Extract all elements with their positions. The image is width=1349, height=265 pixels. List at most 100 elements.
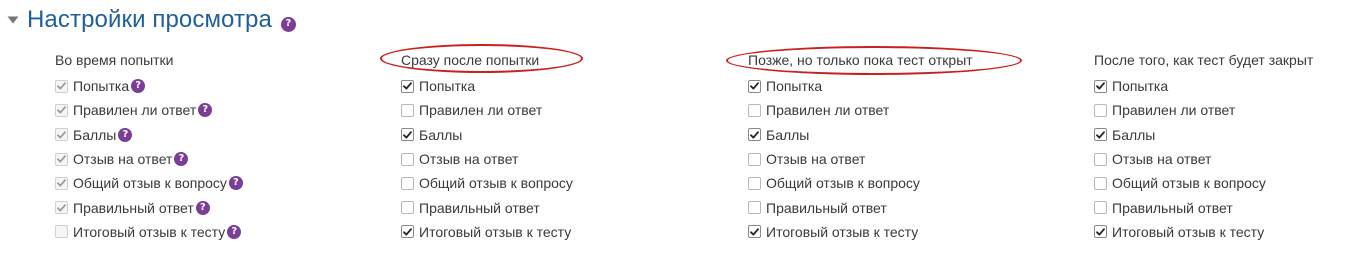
option-row[interactable]: Итоговый отзыв к тесту xyxy=(748,220,973,244)
option-label: Баллы xyxy=(73,126,117,143)
option-label: Правильный ответ xyxy=(73,199,194,216)
option-checkbox[interactable] xyxy=(748,176,761,190)
option-row[interactable]: Правильный ответ xyxy=(1094,195,1313,219)
option-label: Итоговый отзыв к тесту xyxy=(419,223,572,240)
collapse-chevron-icon[interactable] xyxy=(6,13,20,27)
option-row[interactable]: Баллы xyxy=(748,123,973,147)
option-label: Попытка xyxy=(1112,78,1169,95)
column-during-attempt: Во время попытки Попытка? Правилен ли отв… xyxy=(55,50,243,244)
option-row[interactable]: Попытка xyxy=(1094,74,1313,98)
option-label: Итоговый отзыв к тесту xyxy=(766,223,919,240)
option-checkbox[interactable] xyxy=(401,103,414,117)
option-row: Отзыв на ответ? xyxy=(55,147,243,171)
option-label: Отзыв на ответ xyxy=(73,151,173,168)
option-label: Попытка xyxy=(73,78,130,95)
option-checkbox[interactable] xyxy=(1094,176,1107,190)
option-label: Правилен ли ответ xyxy=(766,102,890,119)
option-checkbox xyxy=(55,128,68,142)
option-label: Баллы xyxy=(419,126,463,143)
option-row: Общий отзыв к вопросу? xyxy=(55,171,243,195)
option-checkbox xyxy=(55,225,68,239)
option-label: Правилен ли ответ xyxy=(73,102,197,119)
option-checkbox[interactable] xyxy=(1094,103,1107,117)
question-circle-icon[interactable]: ? xyxy=(228,176,243,191)
option-checkbox[interactable] xyxy=(748,128,761,142)
option-row[interactable]: Баллы xyxy=(1094,123,1313,147)
question-circle-icon[interactable]: ? xyxy=(227,224,242,239)
option-label: Попытка xyxy=(766,78,823,95)
option-label: Общий отзыв к вопросу xyxy=(73,175,227,192)
option-label: Отзыв на ответ xyxy=(419,151,519,168)
option-checkbox xyxy=(55,79,68,93)
option-checkbox[interactable] xyxy=(401,128,414,142)
option-checkbox[interactable] xyxy=(401,225,414,239)
column-later-while-open: Позже, но только пока тест открыт Попытк… xyxy=(748,50,973,244)
option-list: Попытка? Правилен ли ответ? Баллы? Отзыв на… xyxy=(55,74,243,244)
column-after-closed: После того, как тест будет закрыт Попытк… xyxy=(1094,50,1313,244)
option-label: Баллы xyxy=(766,126,810,143)
column-heading: Во время попытки xyxy=(55,52,174,68)
option-checkbox[interactable] xyxy=(1094,201,1107,215)
question-circle-icon[interactable]: ? xyxy=(198,103,213,118)
section-title: Настройки просмотра xyxy=(27,6,272,33)
section-legend[interactable]: Настройки просмотра ? xyxy=(6,2,296,38)
option-row[interactable]: Общий отзыв к вопросу xyxy=(748,171,973,195)
option-row: Правилен ли ответ? xyxy=(55,98,243,122)
option-checkbox[interactable] xyxy=(401,152,414,166)
option-checkbox xyxy=(55,201,68,215)
option-checkbox[interactable] xyxy=(1094,152,1107,166)
option-label: Отзыв на ответ xyxy=(1112,151,1212,168)
option-row[interactable]: Правильный ответ xyxy=(401,195,573,219)
option-list: Попытка Правилен ли ответ Баллы Отзыв на от… xyxy=(401,74,573,244)
option-checkbox[interactable] xyxy=(401,201,414,215)
option-row[interactable]: Баллы xyxy=(401,123,573,147)
option-label: Правилен ли ответ xyxy=(419,102,543,119)
option-row: Попытка? xyxy=(55,74,243,98)
option-label: Правильный ответ xyxy=(419,199,540,216)
option-checkbox xyxy=(55,103,68,117)
option-row[interactable]: Итоговый отзыв к тесту xyxy=(401,220,573,244)
option-row: Баллы? xyxy=(55,123,243,147)
option-checkbox xyxy=(55,152,68,166)
option-label: Баллы xyxy=(1112,126,1156,143)
option-label: Правилен ли ответ xyxy=(1112,102,1236,119)
option-checkbox[interactable] xyxy=(748,152,761,166)
option-row[interactable]: Правилен ли ответ xyxy=(1094,98,1313,122)
option-list: Попытка Правилен ли ответ Баллы Отзыв на от… xyxy=(748,74,973,244)
question-circle-icon[interactable]: ? xyxy=(131,79,146,94)
question-circle-icon[interactable]: ? xyxy=(195,200,210,215)
question-circle-icon[interactable]: ? xyxy=(174,152,189,167)
option-checkbox[interactable] xyxy=(1094,79,1107,93)
option-checkbox[interactable] xyxy=(748,201,761,215)
option-row[interactable]: Попытка xyxy=(401,74,573,98)
column-heading: Позже, но только пока тест открыт xyxy=(748,52,973,68)
option-label: Правильный ответ xyxy=(1112,199,1233,216)
option-row[interactable]: Правильный ответ xyxy=(748,195,973,219)
column-heading: Сразу после попытки xyxy=(401,52,540,68)
option-row[interactable]: Итоговый отзыв к тесту xyxy=(1094,220,1313,244)
option-list: Попытка Правилен ли ответ Баллы Отзыв на от… xyxy=(1094,74,1313,244)
option-label: Правильный ответ xyxy=(766,199,887,216)
option-row[interactable]: Правилен ли ответ xyxy=(748,98,973,122)
option-row[interactable]: Попытка xyxy=(748,74,973,98)
option-row[interactable]: Отзыв на ответ xyxy=(748,147,973,171)
column-immediately-after: Сразу после попытки Попытка Правилен ли о… xyxy=(401,50,573,244)
option-row[interactable]: Отзыв на ответ xyxy=(1094,147,1313,171)
question-circle-icon[interactable]: ? xyxy=(118,127,133,142)
option-label: Отзыв на ответ xyxy=(766,151,866,168)
option-checkbox[interactable] xyxy=(401,176,414,190)
option-row[interactable]: Общий отзыв к вопросу xyxy=(401,171,573,195)
option-row[interactable]: Правилен ли ответ xyxy=(401,98,573,122)
option-row[interactable]: Общий отзыв к вопросу xyxy=(1094,171,1313,195)
option-checkbox[interactable] xyxy=(1094,225,1107,239)
option-checkbox[interactable] xyxy=(748,103,761,117)
option-checkbox[interactable] xyxy=(748,79,761,93)
column-heading: После того, как тест будет закрыт xyxy=(1094,52,1314,68)
option-checkbox xyxy=(55,176,68,190)
option-row: Правильный ответ? xyxy=(55,195,243,219)
option-checkbox[interactable] xyxy=(748,225,761,239)
question-circle-icon[interactable]: ? xyxy=(280,16,296,32)
option-checkbox[interactable] xyxy=(1094,128,1107,142)
option-row[interactable]: Отзыв на ответ xyxy=(401,147,573,171)
option-checkbox[interactable] xyxy=(401,79,414,93)
